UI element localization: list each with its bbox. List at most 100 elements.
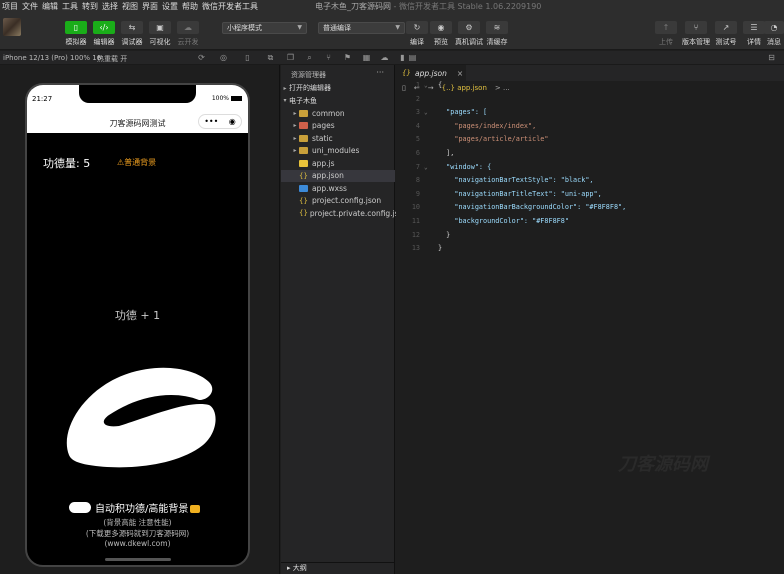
clear-cache-button[interactable]: ≋ 清缓存 [482,21,512,47]
details-label: 详情 [747,38,761,46]
menu-interface[interactable]: 界面 [142,1,158,12]
branch-icon[interactable]: ⑂ [324,54,333,62]
menu-settings[interactable]: 设置 [162,1,178,12]
code-text: ], [438,148,455,157]
line-number: 2 [415,94,420,103]
fold-icon[interactable]: ⌄ [424,106,428,120]
more-icon[interactable]: ··· [376,68,384,77]
simulator-button[interactable]: ▯ 模拟器 [61,21,91,47]
phone-frame-icon[interactable]: ▯ [243,54,252,62]
close-icon[interactable]: ◉ [229,117,236,126]
tree-item-label: app.wxss [312,183,347,193]
capsule-menu[interactable]: ••• ◉ [198,114,242,129]
menu-goto[interactable]: 转到 [82,1,98,12]
tree-item-label: static [312,133,333,143]
phone-notch [79,85,196,103]
tree-item-label: common [312,108,345,118]
version-button[interactable]: ⑂ 版本管理 [681,21,711,47]
messages-button[interactable]: ◔ 消息 [764,21,784,47]
real-debug-button[interactable]: ⚙ 真机调试 [454,21,484,47]
line-number: 4 [415,121,420,130]
line-number: 8 [415,176,420,185]
hotreload-toggle[interactable]: 热重载 开 [97,54,127,64]
preview-button[interactable]: ◉ 预览 [426,21,456,47]
mode-select[interactable]: 小程序模式 ▼ [222,22,307,34]
cloud-button[interactable]: ☁ 云开发 [173,21,203,47]
split-view-icon[interactable]: ⊟ [767,54,776,62]
line-number: 12 [411,230,420,239]
open-editors-section[interactable]: ▸ 打开的编辑器 [281,82,395,95]
menu-edit[interactable]: 编辑 [42,1,58,12]
background-mode-button[interactable]: ⚠普通背景 [117,157,156,168]
cloud-icon: ☁ [177,21,199,34]
real-debug-label: 真机调试 [455,38,483,46]
compile-select-value: 普通编译 [323,24,351,32]
tree-item-app-js[interactable]: app.js [281,157,395,170]
split-editor-icon[interactable]: ▮ [398,54,407,62]
wooden-fish-image[interactable] [59,360,219,480]
menu-wechat-devtools[interactable]: 微信开发者工具 [202,1,258,12]
rotate-icon[interactable]: ⟳ [197,54,206,62]
code-line: 3 ⌄ "pages": [ [396,106,784,120]
search-icon[interactable]: ⌕ [305,54,314,62]
upload-button[interactable]: ↑ 上传 [651,21,681,47]
menu-view[interactable]: 视图 [122,1,138,12]
tree-item-static[interactable]: ▸ static [281,132,395,145]
test-button[interactable]: ↗ 测试号 [711,21,741,47]
json-file-icon: {} [299,196,308,205]
tree-item-project-private-config[interactable]: {} project.private.config.js... [281,207,406,220]
code-text: "window": { [438,162,492,171]
more-icon[interactable]: ••• [204,117,218,126]
project-section[interactable]: ▾ 电子木鱼 [281,95,395,108]
chevron-right-icon: ▸ [293,122,297,130]
tree-item-label: app.json [312,171,344,181]
visual-button[interactable]: ▣ 可视化 [145,21,175,47]
chevron-down-icon: ▾ [283,97,287,105]
device-select[interactable]: iPhone 12/13 (Pro) 100% 16 [3,54,101,62]
tree-item-label: project.config.json [312,196,382,206]
menu-help[interactable]: 帮助 [182,1,198,12]
menu-select[interactable]: 选择 [102,1,118,12]
cloud-icon[interactable]: ☁ [380,54,389,62]
tree-item-app-json[interactable]: {} app.json [281,169,395,182]
save-icon[interactable]: ▤ [408,54,417,62]
fold-icon[interactable]: ⌄ [424,79,428,93]
debug-icon[interactable]: ⚑ [343,54,352,62]
tree-item-uni-modules[interactable]: ▸ uni_modules [281,145,395,158]
code-text: "backgroundColor": "#F8F8F8" [438,216,569,225]
sound-icon[interactable]: ◎ [219,54,228,62]
chevron-right-icon: ▸ [293,134,297,142]
code-line: 11 "backgroundColor": "#F8F8F8" [396,215,784,229]
code-line: 2 [396,93,784,107]
code-icon: ‹/› [93,21,115,34]
line-number: 11 [411,216,420,225]
compile-select[interactable]: 普通编译 ▼ [318,22,405,34]
fold-icon[interactable]: ⌄ [424,161,428,175]
menu-tools[interactable]: 工具 [62,1,78,12]
debugger-button[interactable]: ⇆ 调试器 [117,21,147,47]
menu-file[interactable]: 文件 [22,1,38,12]
files-icon[interactable]: ❐ [286,54,295,62]
mode-select-value: 小程序模式 [227,24,262,32]
upload-icon: ↑ [655,21,677,34]
popout-icon[interactable]: ⧉ [266,54,275,62]
compile-label: 编译 [410,38,424,46]
tree-item-project-config[interactable]: {} project.config.json [281,195,395,208]
editor-button[interactable]: ‹/› 编辑器 [89,21,119,47]
code-lines[interactable]: 1 ⌄ { 2 3 ⌄ "pages": [ 4 "pages/index/index… [396,79,784,256]
extensions-icon[interactable]: ▦ [362,54,371,62]
close-icon[interactable]: × [457,69,463,78]
tree-item-common[interactable]: ▸ common [281,107,395,120]
menu-project[interactable]: 项目 [2,1,18,12]
outline-section[interactable]: ▸ 大纲 [281,562,395,574]
code-line: 4 "pages/index/index", [396,120,784,134]
tree-item-pages[interactable]: ▸ pages [281,120,395,133]
tree-item-app-wxss[interactable]: app.wxss [281,182,395,195]
auto-merit-toggle[interactable] [69,502,91,513]
code-line: 9 "navigationBarTitleText": "uni-app", [396,188,784,202]
battery-icon [231,96,242,101]
chevron-down-icon: ▼ [395,24,400,31]
explorer-title: 资源管理器 [291,71,326,79]
avatar[interactable] [3,18,21,36]
folder-icon [299,109,308,117]
